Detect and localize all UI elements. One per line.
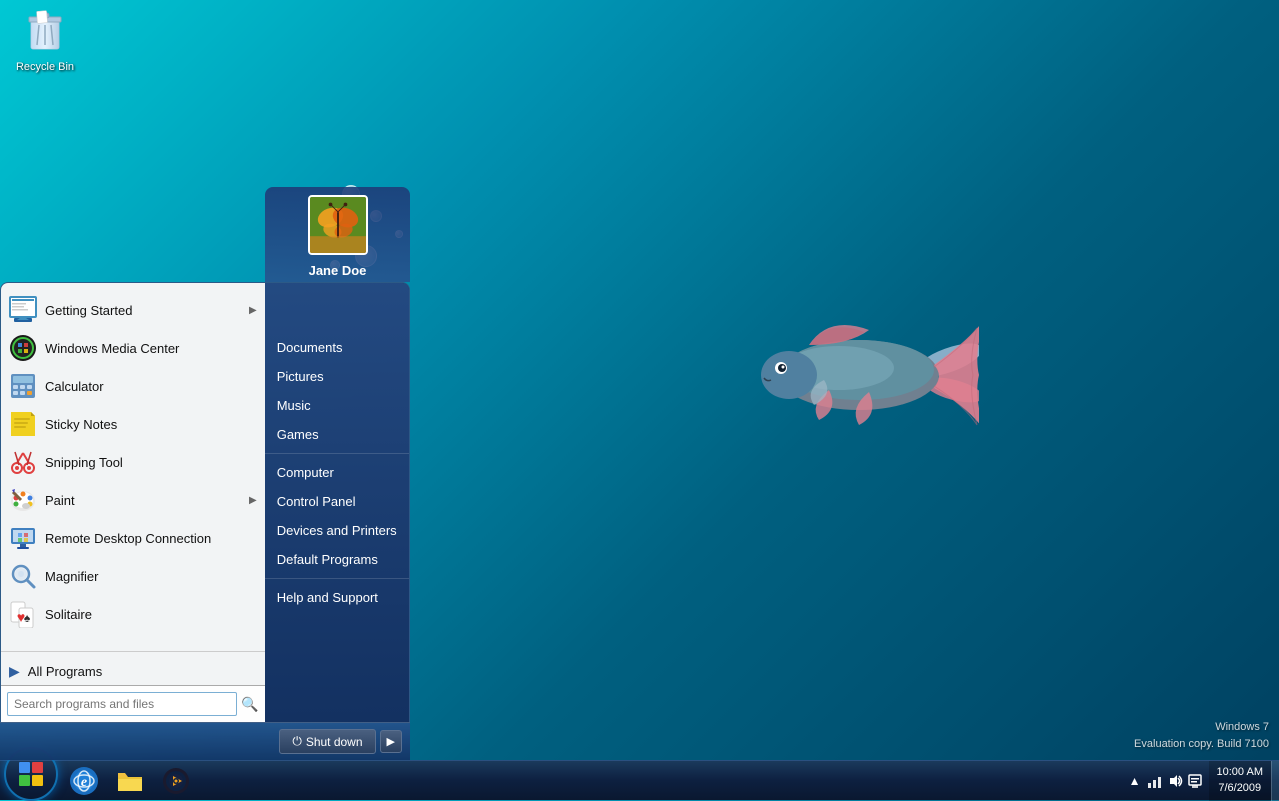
snipping-icon: [9, 448, 37, 476]
all-programs-item[interactable]: ▶ All Programs: [1, 658, 265, 685]
right-menu-documents[interactable]: Documents: [265, 333, 409, 362]
shutdown-arrow-button[interactable]: ▶: [380, 730, 402, 753]
taskbar-pinned-items: e: [62, 761, 198, 800]
sticky-notes-icon: [9, 410, 37, 438]
shutdown-label: Shut down: [306, 735, 363, 749]
right-menu-control-panel[interactable]: Control Panel: [265, 487, 409, 516]
calc-label: Calculator: [45, 379, 257, 394]
wmc-icon: [9, 334, 37, 362]
tray-arrow-icon[interactable]: ▲: [1127, 773, 1143, 789]
calc-icon: [9, 372, 37, 400]
start-menu-panel: Getting Started ▶: [0, 282, 410, 722]
recycle-bin-label: Recycle Bin: [16, 61, 74, 73]
tray-action-center-icon[interactable]: [1187, 773, 1203, 789]
taskbar-media-player-icon[interactable]: [154, 763, 198, 799]
menu-item-wmc[interactable]: Windows Media Center: [1, 329, 265, 367]
recycle-bin-image: [21, 5, 69, 53]
solitaire-label: Solitaire: [45, 607, 257, 622]
svg-text:e: e: [81, 775, 87, 790]
snipping-label: Snipping Tool: [45, 455, 257, 470]
right-menu-computer[interactable]: Computer: [265, 458, 409, 487]
search-area: 🔍: [1, 685, 265, 722]
menu-item-calculator[interactable]: Calculator: [1, 367, 265, 405]
shutdown-arrow-icon: ▶: [387, 736, 395, 748]
windows-version: Windows 7: [1134, 719, 1269, 736]
folder-icon: [114, 765, 146, 797]
user-avatar[interactable]: [308, 195, 368, 255]
windows-info: Windows 7 Evaluation copy. Build 7100: [1134, 719, 1269, 752]
start-menu-right-panel: Documents Pictures Music Games Computer …: [265, 283, 409, 722]
sticky-notes-label: Sticky Notes: [45, 417, 257, 432]
taskbar: e ▲: [0, 760, 1279, 800]
tray-sound-icon[interactable]: [1167, 773, 1183, 789]
start-menu-left-panel: Getting Started ▶: [1, 283, 265, 722]
user-profile-area: Jane Doe: [265, 187, 410, 282]
right-menu-games[interactable]: Games: [265, 420, 409, 449]
magnifier-icon: [9, 562, 37, 590]
power-icon: ⏻: [292, 734, 302, 749]
search-input[interactable]: [7, 692, 237, 716]
start-menu: Jane Doe Get: [0, 187, 410, 760]
media-player-icon: [160, 765, 192, 797]
windows-eval: Evaluation copy. Build 7100: [1134, 736, 1269, 753]
system-tray: ▲: [1121, 773, 1209, 789]
taskbar-folder-icon[interactable]: [108, 763, 152, 799]
date-display: 7/6/2009: [1217, 781, 1263, 796]
recycle-bin-icon[interactable]: Recycle Bin: [5, 5, 85, 75]
menu-item-getting-started[interactable]: Getting Started ▶: [1, 291, 265, 329]
getting-started-label: Getting Started: [45, 303, 241, 318]
svg-text:♠: ♠: [24, 611, 31, 625]
taskbar-right: ▲: [1121, 761, 1279, 800]
right-separator-1: [265, 453, 409, 454]
all-programs-label: All Programs: [28, 664, 102, 679]
menu-item-snipping[interactable]: Snipping Tool: [1, 443, 265, 481]
right-menu-pictures[interactable]: Pictures: [265, 362, 409, 391]
menu-separator-1: [1, 651, 265, 652]
windows-logo-icon: [17, 760, 45, 788]
right-menu-devices[interactable]: Devices and Printers: [265, 516, 409, 545]
fish-decoration: [729, 280, 979, 500]
menu-item-rdp[interactable]: Remote Desktop Connection: [1, 519, 265, 557]
menu-item-magnifier[interactable]: Magnifier: [1, 557, 265, 595]
right-menu-help[interactable]: Help and Support: [265, 583, 409, 612]
magnifier-label: Magnifier: [45, 569, 257, 584]
clock-area[interactable]: 10:00 AM 7/6/2009: [1209, 761, 1271, 801]
show-desktop-button[interactable]: [1271, 761, 1279, 801]
right-menu-default-programs[interactable]: Default Programs: [265, 545, 409, 574]
shutdown-button[interactable]: ⏻ Shut down: [279, 729, 375, 754]
time-display: 10:00 AM: [1217, 765, 1263, 780]
paint-label: Paint: [45, 493, 241, 508]
menu-item-solitaire[interactable]: ♥ ♠ Solitaire: [1, 595, 265, 633]
taskbar-ie-icon[interactable]: e: [62, 763, 106, 799]
ie-icon: e: [68, 765, 100, 797]
paint-icon: [9, 486, 37, 514]
menu-item-paint[interactable]: Paint ▶: [1, 481, 265, 519]
right-separator-2: [265, 578, 409, 579]
user-name: Jane Doe: [309, 255, 367, 282]
solitaire-icon: ♥ ♠: [9, 600, 37, 628]
tray-network-icon[interactable]: [1147, 773, 1163, 789]
search-icon[interactable]: 🔍: [241, 696, 258, 713]
right-menu-music[interactable]: Music: [265, 391, 409, 420]
rdp-label: Remote Desktop Connection: [45, 531, 257, 546]
getting-started-arrow: ▶: [249, 305, 257, 316]
wmc-label: Windows Media Center: [45, 341, 257, 356]
getting-started-icon: [9, 296, 37, 324]
start-menu-bottom: ⏻ Shut down ▶: [0, 722, 410, 760]
paint-arrow: ▶: [249, 495, 257, 506]
menu-item-sticky-notes[interactable]: Sticky Notes: [1, 405, 265, 443]
rdp-icon: [9, 524, 37, 552]
